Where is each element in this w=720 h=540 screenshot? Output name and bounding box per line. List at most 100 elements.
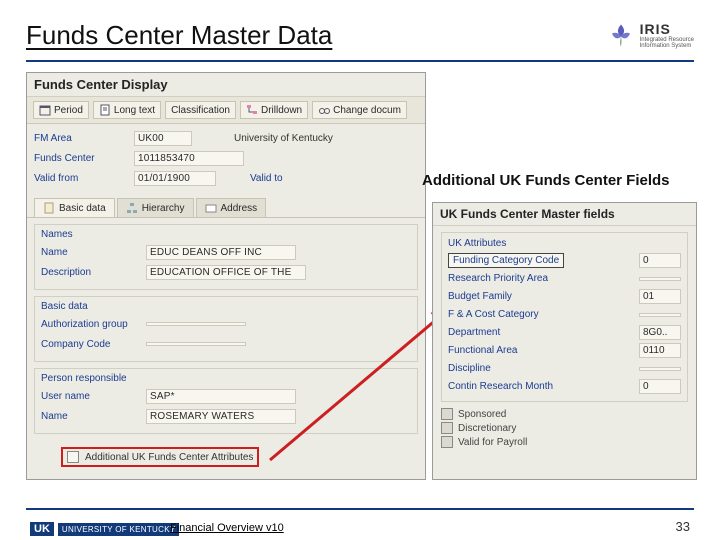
panel-person: Person responsible User nameSAP* NameROS…	[34, 368, 418, 434]
auth-value	[146, 322, 246, 326]
valid-from-label: Valid from	[34, 173, 134, 184]
uk-initials: UK	[30, 522, 54, 536]
toolbar-drilldown[interactable]: Drilldown	[240, 101, 308, 119]
uk-logo: UK UNIVERSITY OF KENTUCKY	[30, 522, 179, 536]
funds-center-value: 1011853470	[134, 151, 244, 166]
tree-icon	[246, 104, 258, 116]
company-value	[146, 342, 246, 346]
flag-payroll: Valid for Payroll	[441, 436, 688, 448]
valid-to-label: Valid to	[250, 173, 283, 184]
iris-logo-label: IRIS	[640, 21, 694, 37]
attr-value	[639, 313, 681, 317]
flag-checkbox[interactable]	[441, 408, 453, 420]
toolbar-label: Drilldown	[261, 105, 302, 116]
toolbar-label: Classification	[171, 105, 230, 116]
slide-header: Funds Center Master Data IRIS Integrated…	[26, 18, 694, 62]
sap-header-fields: FM Area UK00 University of Kentucky Fund…	[27, 124, 425, 194]
additional-attributes-highlight: Additional UK Funds Center Attributes	[61, 447, 259, 467]
attr-label: Department	[448, 327, 500, 338]
tab-label: Address	[221, 203, 258, 214]
attr-label: Budget Family	[448, 291, 512, 302]
sap-title: Funds Center Display	[27, 73, 425, 97]
iris-flower-icon	[608, 22, 634, 48]
user-value: SAP*	[146, 389, 296, 404]
attr-label: Functional Area	[448, 345, 518, 356]
attr-value: 01	[639, 289, 681, 304]
attr-label: Contin Research Month	[448, 381, 553, 392]
toolbar-changedoc[interactable]: Change docum	[312, 101, 407, 119]
panel-basic: Basic data Authorization group Company C…	[34, 296, 418, 362]
page-number: 33	[676, 519, 690, 534]
attr-label: Discipline	[448, 363, 491, 374]
name-label: Name	[41, 247, 146, 258]
iris-logo-sub2: Information System	[640, 43, 694, 49]
user-label: User name	[41, 391, 146, 402]
panel-uk-attributes: UK Attributes Funding Category Code 0 Res…	[441, 232, 688, 402]
toolbar-label: Change docum	[333, 105, 401, 116]
glasses-icon	[318, 104, 330, 116]
additional-attr-label: Additional UK Funds Center Attributes	[85, 452, 253, 463]
slide: Funds Center Master Data IRIS Integrated…	[0, 0, 720, 540]
uk-name: UNIVERSITY OF KENTUCKY	[58, 523, 180, 536]
attr-value: 0110	[639, 343, 681, 358]
toolbar-period[interactable]: Period	[33, 101, 89, 119]
sap-tabs: Basic data Hierarchy Address	[27, 198, 425, 218]
attr-value: 0	[639, 379, 681, 394]
panel2-title: UK Attributes	[448, 238, 681, 249]
fm-area-desc: University of Kentucky	[234, 133, 333, 144]
panel-names-title: Names	[41, 229, 411, 240]
note-icon	[43, 202, 55, 214]
flag-sponsored: Sponsored	[441, 408, 688, 420]
tab-basic-data[interactable]: Basic data	[34, 198, 115, 217]
valid-from-value: 01/01/1900	[134, 171, 216, 186]
sap-window-main: Funds Center Display Period Long text Cl…	[26, 72, 426, 480]
name-value: EDUC DEANS OFF INC	[146, 245, 296, 260]
hierarchy-icon	[126, 202, 138, 214]
flag-label: Sponsored	[458, 409, 506, 420]
attr-label: Research Priority Area	[448, 273, 548, 284]
pname-value: ROSEMARY WATERS	[146, 409, 296, 424]
panel-person-title: Person responsible	[41, 373, 411, 384]
auth-label: Authorization group	[41, 319, 146, 330]
sap-window-detail: UK Funds Center Master fields UK Attribu…	[432, 202, 697, 480]
tab-address[interactable]: Address	[196, 198, 267, 217]
attr-label: F & A Cost Category	[448, 309, 539, 320]
flags-group: Sponsored Discretionary Valid for Payrol…	[441, 408, 688, 448]
toolbar-longtext[interactable]: Long text	[93, 101, 161, 119]
flag-checkbox[interactable]	[441, 436, 453, 448]
flag-discretionary: Discretionary	[441, 422, 688, 434]
tab-hierarchy[interactable]: Hierarchy	[117, 198, 194, 217]
desc-value: EDUCATION OFFICE OF THE	[146, 265, 306, 280]
panel-basic-title: Basic data	[41, 301, 411, 312]
iris-logo: IRIS Integrated Resource Information Sys…	[608, 21, 694, 49]
tab-label: Basic data	[59, 203, 106, 214]
pname-label: Name	[41, 411, 146, 422]
flag-label: Discretionary	[458, 423, 516, 434]
desc-label: Description	[41, 267, 146, 278]
attr-value	[639, 367, 681, 371]
document-icon	[99, 104, 111, 116]
toolbar-label: Period	[54, 105, 83, 116]
tab-label: Hierarchy	[142, 203, 185, 214]
toolbar-label: Long text	[114, 105, 155, 116]
sap-toolbar: Period Long text Classification Drilldow…	[27, 97, 425, 124]
fm-area-value: UK00	[134, 131, 192, 146]
slide-title: Funds Center Master Data	[26, 20, 332, 51]
additional-attr-checkbox[interactable]	[67, 451, 79, 463]
card-icon	[205, 202, 217, 214]
footer-text: Financial Overview v10	[170, 522, 284, 534]
attr-value: 0	[639, 253, 681, 268]
funds-center-label: Funds Center	[34, 153, 134, 164]
panel-names: Names NameEDUC DEANS OFF INC Description…	[34, 224, 418, 290]
calendar-icon	[39, 104, 51, 116]
toolbar-classification[interactable]: Classification	[165, 101, 236, 119]
attr-value	[639, 277, 681, 281]
attr-label: Funding Category Code	[448, 253, 564, 268]
attr-value: 8G0..	[639, 325, 681, 340]
flag-label: Valid for Payroll	[458, 437, 527, 448]
company-label: Company Code	[41, 339, 146, 350]
callout-label: Additional UK Funds Center Fields	[422, 172, 670, 189]
flag-checkbox[interactable]	[441, 422, 453, 434]
sap2-title: UK Funds Center Master fields	[433, 203, 696, 226]
fm-area-label: FM Area	[34, 133, 134, 144]
